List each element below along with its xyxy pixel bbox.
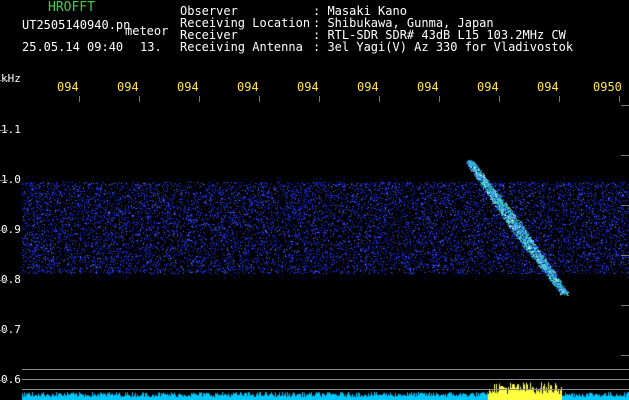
x-tick-label: 094 xyxy=(177,80,199,94)
y-axis-unit: kHz xyxy=(1,72,21,85)
x-tick-label: 094 xyxy=(117,80,139,94)
x-tick xyxy=(559,96,560,102)
x-tick xyxy=(259,96,260,102)
y-tick xyxy=(0,380,8,381)
x-tick-label: 094 xyxy=(477,80,499,94)
reference-line xyxy=(22,379,629,380)
right-tick xyxy=(621,105,629,106)
y-tick xyxy=(0,180,8,181)
event-count: 13. xyxy=(140,40,162,54)
y-tick xyxy=(0,280,8,281)
x-tick xyxy=(139,96,140,102)
reference-line xyxy=(22,389,629,390)
antenna-value: : 3el Yagi(V) Az 330 for Vladivostok xyxy=(313,40,574,54)
right-tick xyxy=(621,205,629,206)
right-tick xyxy=(621,255,629,256)
x-tick xyxy=(619,96,620,102)
right-tick xyxy=(621,355,629,356)
x-tick xyxy=(499,96,500,102)
x-tick xyxy=(199,96,200,102)
y-tick xyxy=(0,80,8,81)
antenna-label: Receiving Antenna xyxy=(180,40,303,54)
event-tag: meteor xyxy=(125,24,169,38)
app-title: HROFFT xyxy=(48,0,95,15)
x-tick-label: 094 xyxy=(417,80,439,94)
x-tick-label: 0950 xyxy=(593,80,622,94)
y-tick xyxy=(0,130,8,131)
right-tick xyxy=(621,155,629,156)
x-tick-label: 094 xyxy=(297,80,319,94)
right-tick xyxy=(621,305,629,306)
y-tick xyxy=(0,330,8,331)
x-tick-label: 094 xyxy=(57,80,79,94)
spectrogram-canvas xyxy=(0,0,629,400)
y-tick xyxy=(0,230,8,231)
x-tick xyxy=(439,96,440,102)
reference-line xyxy=(22,369,629,370)
x-tick xyxy=(379,96,380,102)
x-tick xyxy=(319,96,320,102)
date-time: 25.05.14 09:40 xyxy=(22,40,124,54)
x-tick-label: 094 xyxy=(237,80,259,94)
x-tick-label: 094 xyxy=(537,80,559,94)
file-name: UT2505140940.pn xyxy=(22,18,131,32)
x-tick-label: 094 xyxy=(357,80,379,94)
x-tick xyxy=(79,96,80,102)
